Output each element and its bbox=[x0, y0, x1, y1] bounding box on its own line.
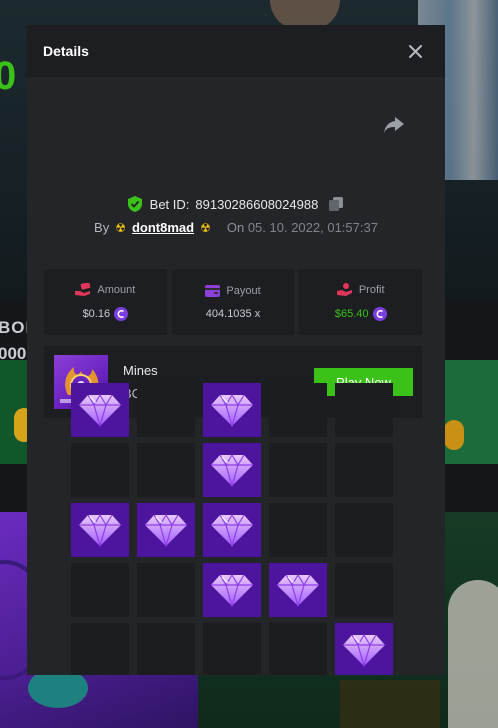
empty-tile bbox=[269, 503, 327, 557]
gem-tile bbox=[203, 503, 261, 557]
mines-board bbox=[71, 383, 393, 675]
empty-tile bbox=[137, 383, 195, 437]
stat-value: $0.16 bbox=[82, 308, 111, 320]
modal-title: Details bbox=[43, 43, 89, 59]
radioactive-icon: ☢ bbox=[115, 220, 126, 235]
empty-tile bbox=[335, 443, 393, 497]
copy-button[interactable] bbox=[328, 196, 344, 212]
username-link[interactable]: dont8mad bbox=[132, 220, 194, 235]
bcd-coin-icon bbox=[114, 307, 129, 321]
gem-tile bbox=[137, 503, 195, 557]
diamond-icon bbox=[211, 573, 253, 607]
diamond-icon bbox=[79, 393, 121, 427]
stat-label: Profit bbox=[358, 283, 385, 296]
radioactive-icon: ☢ bbox=[200, 220, 211, 235]
diamond-icon bbox=[79, 513, 121, 547]
gem-tile bbox=[71, 383, 129, 437]
empty-tile bbox=[71, 623, 129, 675]
background-coin-image bbox=[444, 420, 464, 450]
wallet-icon bbox=[205, 284, 221, 297]
money-hand-icon bbox=[75, 283, 91, 296]
stat-profit: Profit $65.40 bbox=[299, 269, 423, 335]
copy-icon bbox=[329, 197, 344, 211]
empty-tile bbox=[203, 623, 261, 675]
empty-tile bbox=[335, 503, 393, 557]
share-icon bbox=[384, 117, 404, 133]
gem-tile bbox=[203, 383, 261, 437]
stat-value: 404.1035 x bbox=[205, 307, 261, 320]
on-label: On bbox=[226, 220, 245, 235]
close-icon bbox=[408, 44, 422, 58]
stat-label: Payout bbox=[226, 284, 261, 297]
game-name: Mines bbox=[123, 363, 158, 378]
bet-id-value: 89130286608024988 bbox=[195, 196, 319, 212]
empty-tile bbox=[137, 563, 195, 617]
bet-id-row: Bet ID: 89130286608024988 bbox=[27, 196, 445, 212]
gem-tile bbox=[203, 443, 261, 497]
stat-value: $65.40 bbox=[334, 308, 369, 320]
empty-tile bbox=[137, 443, 195, 497]
diamond-icon bbox=[211, 453, 253, 487]
diamond-icon bbox=[343, 633, 385, 667]
bet-info: Bet ID: 89130286608024988 By ☢ dont8mad … bbox=[27, 77, 445, 418]
diamond-icon bbox=[145, 513, 187, 547]
profit-hand-icon bbox=[336, 283, 352, 296]
close-button[interactable] bbox=[405, 41, 425, 61]
empty-tile bbox=[269, 623, 327, 675]
by-label: By bbox=[94, 220, 110, 235]
share-button[interactable] bbox=[383, 115, 405, 135]
diamond-icon bbox=[211, 513, 253, 547]
empty-tile bbox=[71, 563, 129, 617]
background-figure-image bbox=[448, 580, 498, 728]
diamond-icon bbox=[211, 393, 253, 427]
bet-author-row: By ☢ dont8mad ☢ On 05. 10. 2022, 01:57:3… bbox=[27, 220, 445, 235]
bet-details-modal: Details Bet ID: 89130286608024988 By ☢ d… bbox=[27, 25, 445, 675]
empty-tile bbox=[269, 383, 327, 437]
bcd-coin-icon bbox=[372, 307, 387, 321]
gem-tile bbox=[203, 563, 261, 617]
shield-check-icon bbox=[127, 196, 142, 212]
stat-amount: Amount $0.16 bbox=[44, 269, 167, 335]
modal-header: Details bbox=[27, 25, 445, 77]
bet-date: On 05. 10. 2022, 01:57:37 bbox=[227, 220, 378, 235]
gem-tile bbox=[269, 563, 327, 617]
empty-tile bbox=[269, 443, 327, 497]
stat-label: Amount bbox=[97, 283, 136, 296]
diamond-icon bbox=[277, 573, 319, 607]
bet-id-label: Bet ID: bbox=[149, 196, 190, 212]
empty-tile bbox=[137, 623, 195, 675]
stat-payout: Payout 404.1035 x bbox=[171, 269, 295, 335]
empty-tile bbox=[71, 443, 129, 497]
background-hero-text: 0 bbox=[0, 54, 17, 98]
gem-tile bbox=[71, 503, 129, 557]
empty-tile bbox=[335, 563, 393, 617]
bet-date-value: 05. 10. 2022, 01:57:37 bbox=[247, 220, 378, 235]
empty-tile bbox=[335, 383, 393, 437]
bet-stats: Amount $0.16 Payout 404.1035 x Profit $6… bbox=[44, 269, 423, 335]
gem-tile bbox=[335, 623, 393, 675]
background-decoration bbox=[340, 680, 440, 728]
